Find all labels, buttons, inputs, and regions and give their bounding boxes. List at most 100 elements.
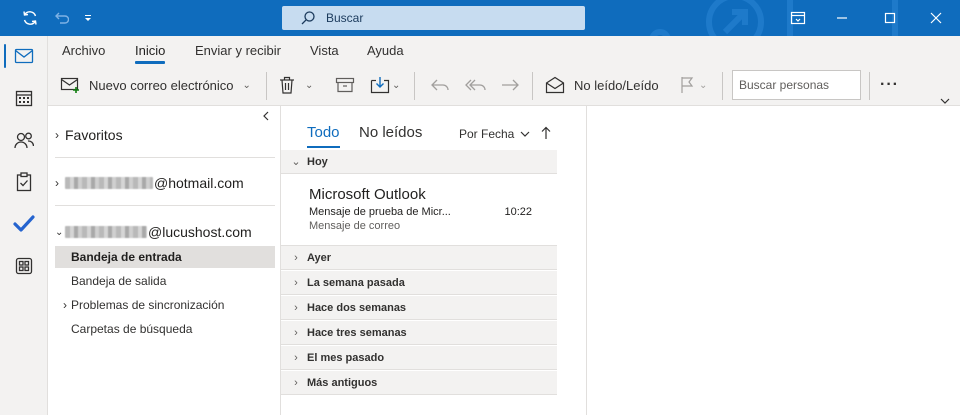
chevron-right-icon: › bbox=[294, 301, 298, 314]
undo-button[interactable] bbox=[48, 0, 72, 36]
chevron-right-icon: › bbox=[294, 326, 298, 339]
group-two-weeks-ago[interactable]: › Hace dos semanas bbox=[281, 296, 557, 320]
tab-enviar-y-recibir[interactable]: Enviar y recibir bbox=[195, 43, 281, 58]
arrow-up-icon bbox=[541, 126, 551, 139]
mail-icon bbox=[14, 48, 34, 64]
mail-time: 10:22 bbox=[504, 206, 532, 218]
message-list: Todo No leídos Por Fecha ⌄ Hoy Microsoft… bbox=[281, 106, 557, 415]
move-to-folder-icon bbox=[370, 77, 390, 94]
account-lucushost-label: @lucushost.com bbox=[148, 224, 252, 240]
apps-icon bbox=[15, 257, 33, 275]
move-button[interactable]: ⌄ bbox=[370, 72, 400, 98]
tab-unread[interactable]: No leídos bbox=[359, 124, 422, 141]
sort-direction-button[interactable] bbox=[541, 126, 551, 143]
folder-sync-issues[interactable]: › Problemas de sincronización bbox=[55, 294, 275, 316]
folder-divider bbox=[55, 157, 275, 158]
forward-icon bbox=[502, 79, 519, 91]
mail-subject: Mensaje de prueba de Micr... bbox=[309, 206, 451, 218]
people-search-placeholder: Buscar personas bbox=[739, 78, 830, 92]
rail-people-button[interactable] bbox=[0, 120, 48, 160]
archive-button[interactable] bbox=[335, 72, 355, 98]
chevron-down-icon: ⌄ bbox=[55, 226, 64, 238]
sort-label: Por Fecha bbox=[459, 127, 515, 141]
chevron-right-icon: › bbox=[55, 128, 59, 142]
people-search-input[interactable]: Buscar personas bbox=[732, 70, 861, 100]
account-hotmail-label: @hotmail.com bbox=[154, 175, 244, 191]
new-email-label: Nuevo correo electrónico bbox=[89, 77, 234, 93]
more-icon: ··· bbox=[880, 76, 899, 93]
chevron-right-icon: › bbox=[63, 298, 67, 312]
group-label: Hace tres semanas bbox=[307, 326, 407, 339]
favorites-label: Favoritos bbox=[65, 127, 123, 143]
chevron-down-icon bbox=[520, 131, 530, 137]
group-three-weeks-ago[interactable]: › Hace tres semanas bbox=[281, 321, 557, 345]
group-last-week[interactable]: › La semana pasada bbox=[281, 271, 557, 295]
tab-vista[interactable]: Vista bbox=[310, 43, 339, 58]
rail-tasks-button[interactable] bbox=[0, 162, 48, 202]
undo-icon bbox=[55, 12, 69, 24]
chevron-down-icon: ⌄ bbox=[305, 79, 314, 91]
ribbon-display-options-button[interactable] bbox=[786, 0, 810, 36]
sync-button[interactable] bbox=[18, 0, 42, 36]
reply-all-icon bbox=[465, 79, 486, 91]
flag-button[interactable]: ⌄ bbox=[679, 72, 707, 98]
close-icon bbox=[930, 12, 942, 24]
maximize-icon bbox=[884, 12, 896, 24]
tab-archivo[interactable]: Archivo bbox=[62, 43, 105, 58]
close-button[interactable] bbox=[924, 0, 948, 36]
tab-ayuda[interactable]: Ayuda bbox=[367, 43, 404, 58]
folder-outbox[interactable]: Bandeja de salida bbox=[55, 270, 275, 292]
ribbon-separator bbox=[869, 72, 870, 100]
delete-icon bbox=[280, 76, 294, 94]
group-today[interactable]: ⌄ Hoy bbox=[281, 150, 557, 174]
reply-button[interactable] bbox=[430, 72, 450, 98]
folder-search-folders[interactable]: Carpetas de búsqueda bbox=[55, 318, 275, 340]
folder-inbox[interactable]: Bandeja de entrada bbox=[55, 246, 275, 268]
folder-label: Bandeja de salida bbox=[71, 274, 167, 288]
rail-apps-button[interactable] bbox=[0, 246, 48, 286]
mail-item[interactable]: Microsoft Outlook Mensaje de prueba de M… bbox=[281, 174, 557, 246]
todo-icon bbox=[13, 215, 35, 232]
redacted-email bbox=[65, 226, 147, 238]
search-icon bbox=[301, 11, 315, 25]
flag-icon bbox=[681, 77, 694, 93]
rail-todo-button[interactable] bbox=[0, 204, 48, 244]
tab-all[interactable]: Todo bbox=[307, 124, 340, 148]
group-last-month[interactable]: › El mes pasado bbox=[281, 346, 557, 370]
forward-button[interactable] bbox=[500, 72, 520, 98]
reply-all-button[interactable] bbox=[465, 72, 487, 98]
folder-pane: › Favoritos › @hotmail.com ⌄ @lucushost.… bbox=[48, 106, 281, 415]
title-bar: Buscar bbox=[0, 0, 960, 36]
mail-sender: Microsoft Outlook bbox=[309, 186, 426, 203]
account-lucushost-header[interactable]: ⌄ @lucushost.com bbox=[55, 224, 275, 240]
delete-button[interactable]: ⌄ bbox=[279, 72, 313, 98]
chevron-right-icon: › bbox=[294, 351, 298, 364]
account-hotmail-header[interactable]: › @hotmail.com bbox=[55, 175, 275, 191]
group-yesterday[interactable]: › Ayer bbox=[281, 246, 557, 270]
ribbon-separator bbox=[532, 72, 533, 100]
people-icon bbox=[14, 132, 34, 149]
rail-calendar-button[interactable] bbox=[0, 78, 48, 118]
chevron-down-icon bbox=[940, 98, 950, 104]
mail-preview: Mensaje de correo bbox=[309, 220, 401, 232]
new-email-button[interactable]: Nuevo correo electrónico ⌄ bbox=[60, 72, 251, 98]
reading-pane-border bbox=[586, 106, 587, 415]
envelope-open-icon bbox=[545, 76, 565, 94]
new-email-icon bbox=[60, 77, 79, 93]
read-unread-button[interactable]: No leído/Leído bbox=[545, 72, 659, 98]
more-options-button[interactable]: ··· bbox=[880, 72, 899, 98]
minimize-button[interactable] bbox=[830, 0, 854, 36]
maximize-button[interactable] bbox=[878, 0, 902, 36]
search-box[interactable]: Buscar bbox=[282, 6, 585, 30]
rail-mail-button[interactable] bbox=[0, 36, 48, 76]
tab-inicio[interactable]: Inicio bbox=[135, 43, 166, 64]
customize-qat-button[interactable] bbox=[80, 0, 96, 36]
calendar-icon bbox=[15, 90, 33, 107]
group-older[interactable]: › Más antiguos bbox=[281, 371, 557, 395]
collapse-folder-pane-button[interactable] bbox=[262, 110, 270, 124]
chevron-left-icon bbox=[263, 111, 269, 121]
ribbon-display-icon bbox=[790, 11, 806, 25]
sort-by-dropdown[interactable]: Por Fecha bbox=[459, 127, 530, 141]
group-label: La semana pasada bbox=[307, 276, 405, 289]
favorites-header[interactable]: › Favoritos bbox=[55, 127, 275, 143]
